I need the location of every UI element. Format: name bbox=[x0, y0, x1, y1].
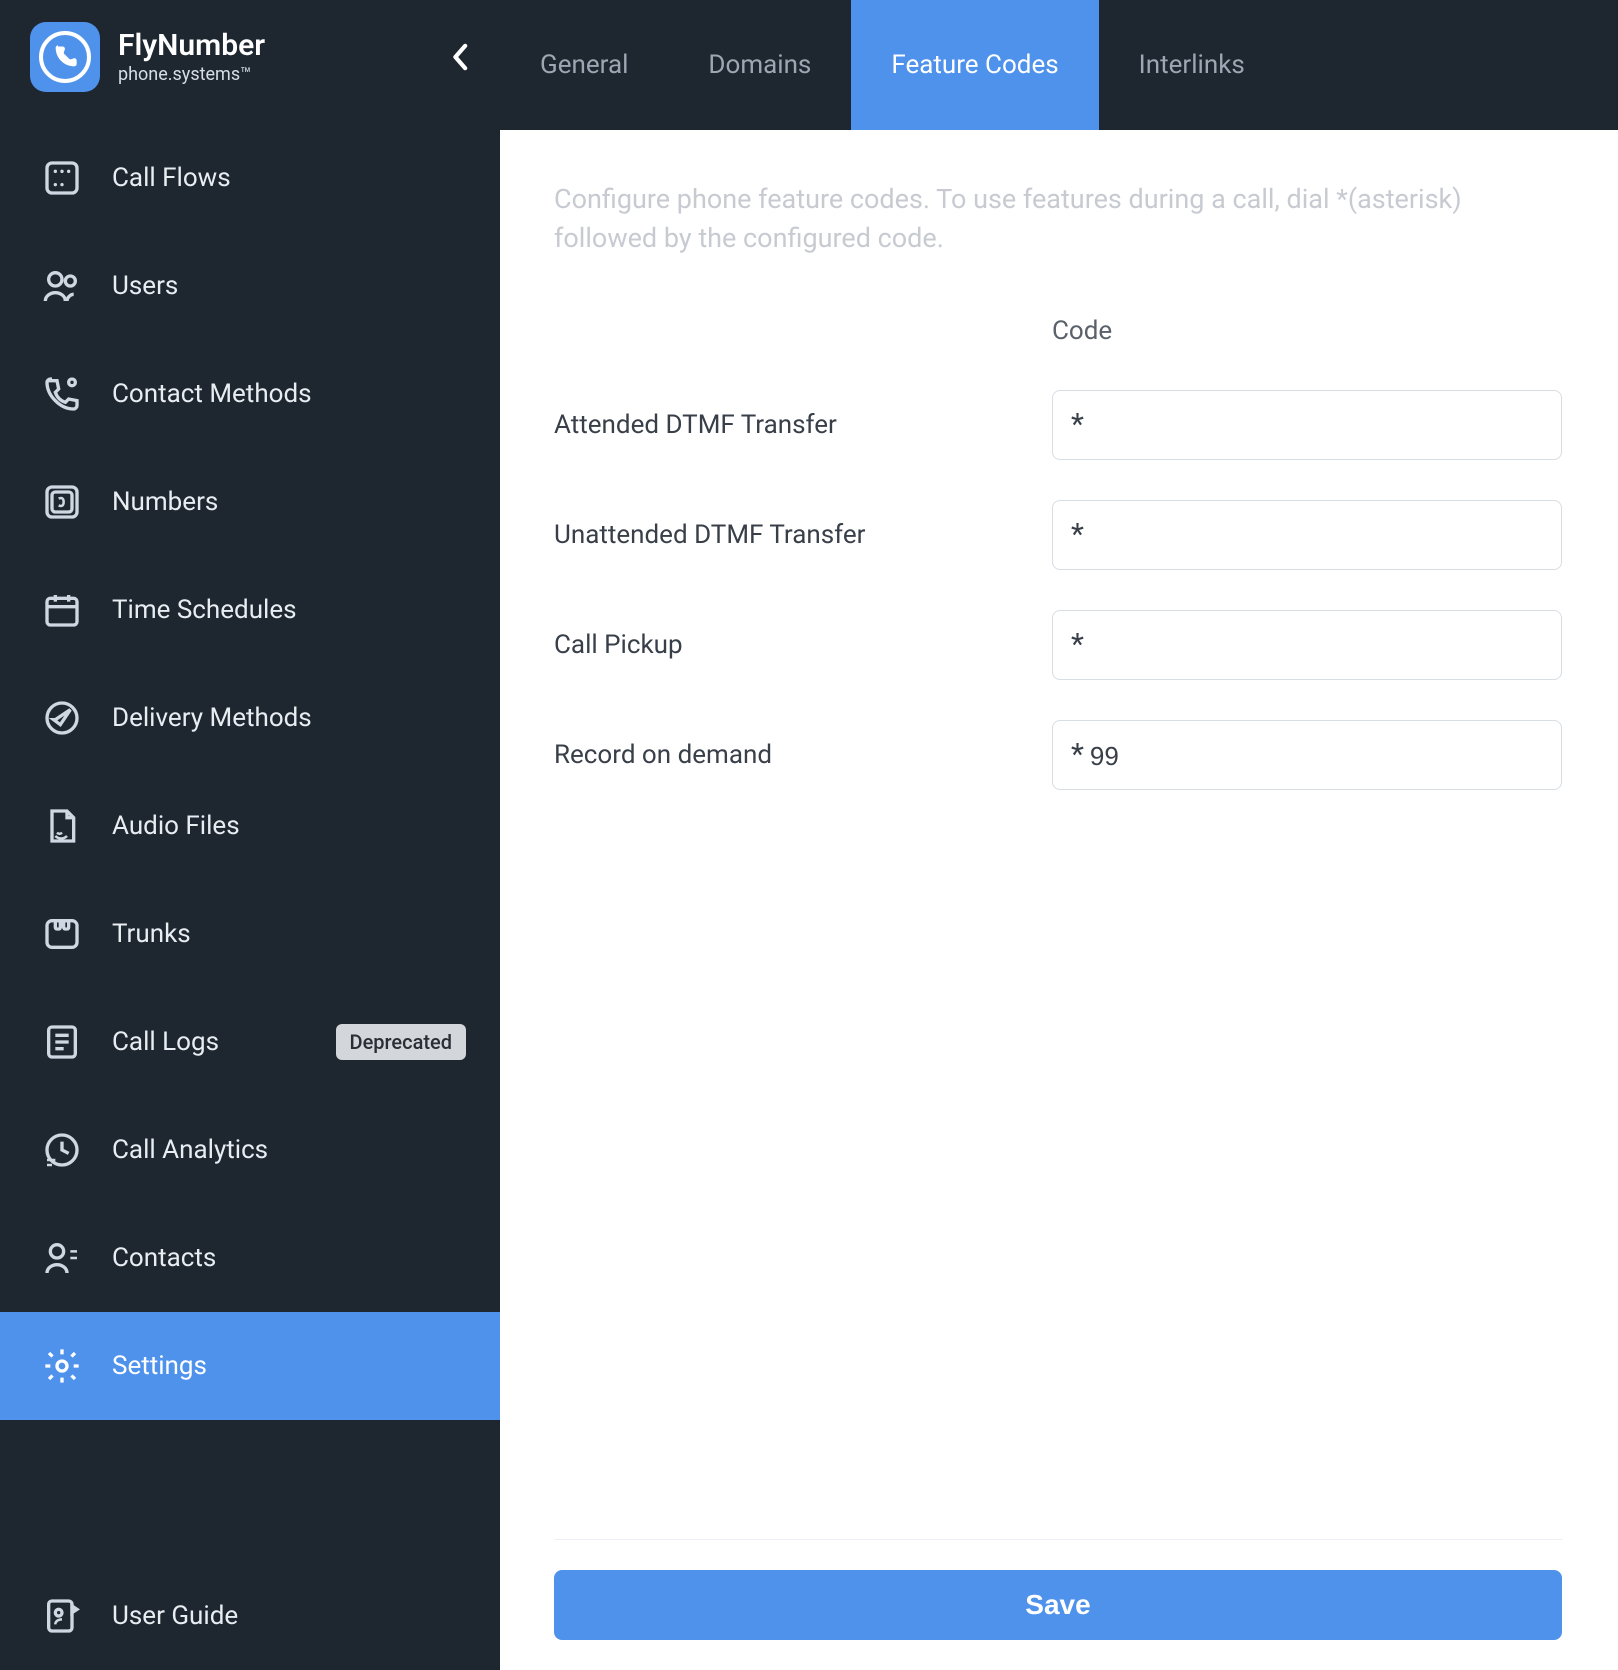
contacts-icon bbox=[40, 1236, 84, 1280]
users-icon bbox=[40, 264, 84, 308]
sidebar-item-trunks[interactable]: Trunks bbox=[0, 880, 500, 988]
contact-methods-icon bbox=[40, 372, 84, 416]
field-label: Record on demand bbox=[554, 740, 1052, 770]
audio-file-icon bbox=[40, 804, 84, 848]
main-panel: General Domains Feature Codes Interlinks… bbox=[500, 0, 1618, 1670]
code-input[interactable] bbox=[1090, 629, 1543, 662]
sidebar-item-label: Delivery Methods bbox=[112, 703, 312, 733]
logs-icon bbox=[40, 1020, 84, 1064]
chevron-left-icon bbox=[452, 43, 470, 71]
sidebar-item-users[interactable]: Users bbox=[0, 232, 500, 340]
guide-icon bbox=[40, 1594, 84, 1638]
save-button[interactable]: Save bbox=[554, 1570, 1562, 1640]
asterisk-prefix: * bbox=[1071, 410, 1084, 440]
page-description: Configure phone feature codes. To use fe… bbox=[554, 180, 1544, 258]
code-input[interactable] bbox=[1090, 739, 1543, 772]
asterisk-prefix: * bbox=[1071, 740, 1084, 770]
calendar-icon bbox=[40, 588, 84, 632]
code-input-wrap[interactable]: * bbox=[1052, 610, 1562, 680]
deprecated-badge: Deprecated bbox=[336, 1024, 466, 1060]
tab-label: Feature Codes bbox=[891, 50, 1058, 80]
field-call-pickup: Call Pickup * bbox=[554, 610, 1562, 680]
code-column-header-row: Code bbox=[554, 316, 1562, 346]
code-input[interactable] bbox=[1090, 519, 1543, 552]
code-input[interactable] bbox=[1090, 409, 1543, 442]
sidebar-item-label: Time Schedules bbox=[112, 595, 297, 625]
sidebar-item-contacts[interactable]: Contacts bbox=[0, 1204, 500, 1312]
brand-text: FlyNumber phone.systems™ bbox=[118, 29, 265, 85]
tab-general[interactable]: General bbox=[500, 0, 668, 130]
field-label: Unattended DTMF Transfer bbox=[554, 520, 1052, 550]
sidebar-collapse-button[interactable] bbox=[446, 42, 476, 72]
tab-label: Interlinks bbox=[1139, 50, 1245, 80]
numbers-icon bbox=[40, 480, 84, 524]
delivery-icon bbox=[40, 696, 84, 740]
phone-icon bbox=[51, 43, 79, 71]
sidebar-item-call-logs[interactable]: Call Logs Deprecated bbox=[0, 988, 500, 1096]
sidebar-item-delivery-methods[interactable]: Delivery Methods bbox=[0, 664, 500, 772]
sidebar-item-label: Users bbox=[112, 271, 178, 301]
sidebar-header: FlyNumber phone.systems™ bbox=[0, 0, 500, 114]
tab-feature-codes[interactable]: Feature Codes bbox=[851, 0, 1098, 130]
tab-interlinks[interactable]: Interlinks bbox=[1099, 0, 1285, 130]
tab-label: General bbox=[540, 50, 628, 80]
field-unattended-dtmf-transfer: Unattended DTMF Transfer * bbox=[554, 500, 1562, 570]
tab-domains[interactable]: Domains bbox=[668, 0, 851, 130]
sidebar-item-call-analytics[interactable]: Call Analytics bbox=[0, 1096, 500, 1204]
sidebar-item-numbers[interactable]: Numbers bbox=[0, 448, 500, 556]
settings-tabs: General Domains Feature Codes Interlinks bbox=[500, 0, 1618, 130]
sidebar-nav: Call Flows Users Contact Methods Numbers bbox=[0, 114, 500, 1670]
code-input-wrap[interactable]: * bbox=[1052, 390, 1562, 460]
sidebar-item-label: Numbers bbox=[112, 487, 218, 517]
sidebar-item-settings[interactable]: Settings bbox=[0, 1312, 500, 1420]
feature-codes-content: Configure phone feature codes. To use fe… bbox=[500, 130, 1618, 1670]
flow-icon bbox=[40, 156, 84, 200]
sidebar-item-time-schedules[interactable]: Time Schedules bbox=[0, 556, 500, 664]
sidebar-item-label: Contact Methods bbox=[112, 379, 312, 409]
brand-subtitle: phone.systems™ bbox=[118, 64, 265, 85]
sidebar-item-label: Call Flows bbox=[112, 163, 231, 193]
field-label: Call Pickup bbox=[554, 630, 1052, 660]
analytics-icon bbox=[40, 1128, 84, 1172]
sidebar-item-label: Settings bbox=[112, 1351, 207, 1381]
field-label: Attended DTMF Transfer bbox=[554, 410, 1052, 440]
sidebar: FlyNumber phone.systems™ Call Flows bbox=[0, 0, 500, 1670]
sidebar-item-user-guide[interactable]: User Guide bbox=[0, 1562, 500, 1670]
sidebar-item-audio-files[interactable]: Audio Files bbox=[0, 772, 500, 880]
field-attended-dtmf-transfer: Attended DTMF Transfer * bbox=[554, 390, 1562, 460]
asterisk-prefix: * bbox=[1071, 630, 1084, 660]
app-logo bbox=[30, 22, 100, 92]
sidebar-item-contact-methods[interactable]: Contact Methods bbox=[0, 340, 500, 448]
code-column-header: Code bbox=[1052, 316, 1112, 346]
sidebar-item-label: Call Analytics bbox=[112, 1135, 268, 1165]
code-input-wrap[interactable]: * bbox=[1052, 500, 1562, 570]
tab-label: Domains bbox=[708, 50, 811, 80]
sidebar-item-label: User Guide bbox=[112, 1601, 238, 1631]
save-bar: Save bbox=[554, 1539, 1562, 1640]
sidebar-item-label: Audio Files bbox=[112, 811, 240, 841]
code-input-wrap[interactable]: * bbox=[1052, 720, 1562, 790]
sidebar-item-label: Contacts bbox=[112, 1243, 216, 1273]
asterisk-prefix: * bbox=[1071, 520, 1084, 550]
trunks-icon bbox=[40, 912, 84, 956]
brand-title: FlyNumber bbox=[118, 29, 265, 62]
sidebar-item-call-flows[interactable]: Call Flows bbox=[0, 124, 500, 232]
sidebar-item-label: Trunks bbox=[112, 919, 191, 949]
field-record-on-demand: Record on demand * bbox=[554, 720, 1562, 790]
gear-icon bbox=[40, 1344, 84, 1388]
sidebar-item-label: Call Logs bbox=[112, 1027, 219, 1057]
